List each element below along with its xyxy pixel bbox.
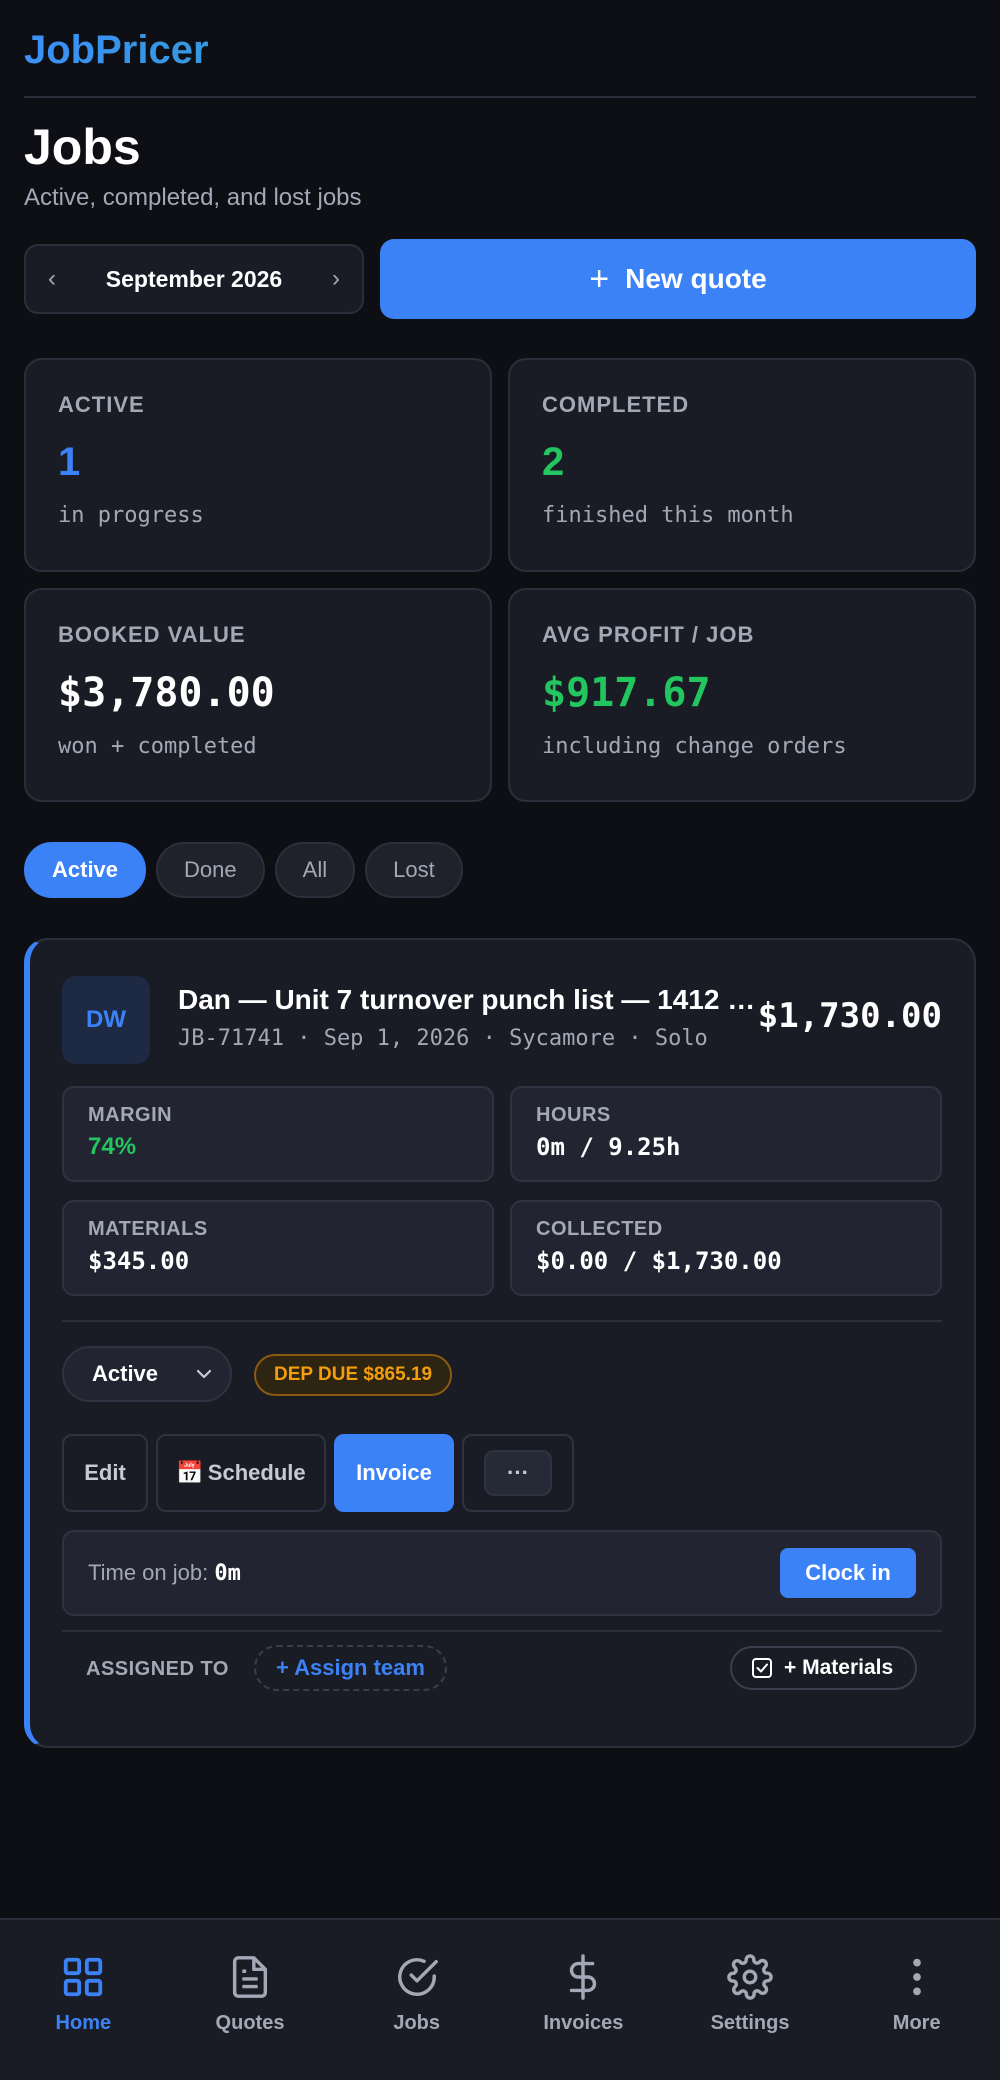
time-tracker: Time on job: 0m Clock in	[62, 1530, 942, 1616]
clock-in-button[interactable]: Clock in	[780, 1548, 916, 1598]
metric-value: $345.00	[88, 1247, 190, 1275]
time-on-job: Time on job: 0m	[88, 1560, 241, 1586]
plus-icon: +	[589, 260, 610, 298]
client-avatar: DW	[62, 976, 150, 1064]
check-circle-icon	[397, 1958, 438, 1996]
new-quote-button[interactable]: + New quote	[380, 239, 976, 319]
month-picker: ‹ September 2026 ›	[24, 244, 364, 314]
status-select[interactable]: Active	[62, 1346, 232, 1402]
nav-label: More	[892, 2012, 941, 2034]
nav-item-more[interactable]: More	[833, 1920, 1000, 2080]
stat-sub: including change orders	[542, 734, 847, 759]
assigned-to-label: ASSIGNED TO	[86, 1658, 229, 1680]
stat-card-completed: COMPLETED 2 finished this month	[508, 358, 976, 572]
nav-label: Settings	[710, 2012, 790, 2034]
metric-hours: HOURS 0m / 9.25h	[510, 1086, 942, 1182]
filter-chip-active[interactable]: Active	[24, 842, 147, 898]
status-value: Active	[92, 1361, 159, 1386]
month-label: September 2026	[105, 265, 283, 292]
metric-label: MATERIALS	[88, 1218, 208, 1240]
filter-chip-all[interactable]: All	[274, 842, 356, 898]
prev-month-button[interactable]: ‹	[48, 265, 56, 293]
stat-card-booked-value: BOOKED VALUE $3,780.00 won + completed	[24, 588, 492, 802]
metric-materials: MATERIALS $345.00	[62, 1200, 494, 1296]
calendar-icon: 📅	[176, 1460, 204, 1485]
edit-button[interactable]: Edit	[62, 1434, 148, 1512]
metric-collected: COLLECTED $0.00 / $1,730.00	[510, 1200, 942, 1296]
job-price: $1,730.00	[757, 996, 942, 1036]
divider	[62, 1630, 942, 1632]
stat-sub: finished this month	[542, 503, 794, 528]
divider	[62, 1320, 942, 1322]
deposit-due-badge: DEP DUE $865.19	[254, 1354, 453, 1396]
assign-team-button[interactable]: + Assign team	[254, 1645, 447, 1691]
job-card: DW Dan — Unit 7 turnover punch list — 14…	[24, 938, 976, 1748]
stat-value: 1	[58, 440, 81, 484]
nav-item-invoices[interactable]: Invoices	[500, 1920, 667, 2080]
new-quote-label: New quote	[625, 263, 767, 294]
metric-margin: MARGIN 74%	[62, 1086, 494, 1182]
nav-item-home[interactable]: Home	[0, 1920, 167, 2080]
top-bar: JobPricer	[24, 22, 976, 98]
time-on-job-value: 0m	[214, 1561, 241, 1586]
add-materials-label: + Materials	[784, 1656, 894, 1679]
gear-icon	[727, 1954, 773, 2000]
invoice-button[interactable]: Invoice	[334, 1434, 454, 1512]
dollar-icon	[570, 1954, 597, 2000]
metric-label: COLLECTED	[536, 1218, 663, 1240]
app-logo[interactable]: JobPricer	[24, 22, 976, 78]
stat-sub: in progress	[58, 503, 204, 528]
bottom-nav: Home Quotes Jobs Invoices Settings More	[0, 1918, 1000, 2080]
checkbox-icon	[752, 1658, 772, 1678]
stat-card-avg-profit: AVG PROFIT / JOB $917.67 including chang…	[508, 588, 976, 802]
document-icon	[232, 1956, 268, 1998]
stat-label: BOOKED VALUE	[58, 622, 246, 647]
page-title: Jobs	[24, 119, 141, 175]
job-title[interactable]: Dan — Unit 7 turnover punch list — 1412 …	[178, 984, 758, 1016]
stat-card-active: ACTIVE 1 in progress	[24, 358, 492, 572]
nav-item-quotes[interactable]: Quotes	[167, 1920, 334, 2080]
filter-chip-lost[interactable]: Lost	[365, 842, 463, 898]
stat-label: ACTIVE	[58, 392, 145, 417]
more-vertical-icon	[912, 1958, 921, 1996]
nav-label: Jobs	[393, 2012, 441, 2034]
time-on-job-label: Time on job:	[88, 1560, 215, 1585]
stat-value: $3,780.00	[58, 670, 275, 716]
schedule-label: Schedule	[207, 1460, 306, 1485]
more-horizontal-icon: ···	[484, 1450, 552, 1496]
stat-label: COMPLETED	[542, 392, 690, 417]
nav-label: Quotes	[215, 2012, 285, 2034]
filter-chip-done[interactable]: Done	[156, 842, 265, 898]
next-month-button[interactable]: ›	[332, 265, 340, 293]
stat-value: $917.67	[542, 670, 711, 716]
page-subtitle: Active, completed, and lost jobs	[24, 184, 362, 211]
stat-value: 2	[542, 440, 565, 484]
nav-item-settings[interactable]: Settings	[667, 1920, 834, 2080]
more-actions-button[interactable]: ···	[462, 1434, 574, 1512]
nav-label: Home	[55, 2012, 112, 2034]
nav-item-jobs[interactable]: Jobs	[333, 1920, 500, 2080]
nav-label: Invoices	[543, 2012, 624, 2034]
schedule-button[interactable]: 📅 Schedule	[156, 1434, 326, 1512]
chevron-down-icon	[196, 1369, 212, 1379]
filter-chips: Active Done All Lost	[24, 842, 463, 898]
stat-label: AVG PROFIT / JOB	[542, 622, 755, 647]
metric-value: $0.00 / $1,730.00	[536, 1247, 782, 1275]
metric-label: MARGIN	[88, 1104, 173, 1126]
metric-value: 0m / 9.25h	[536, 1133, 681, 1161]
metric-value: 74%	[88, 1133, 137, 1160]
job-meta: JB-71741 · Sep 1, 2026 · Sycamore · Solo	[178, 1026, 708, 1051]
stat-sub: won + completed	[58, 734, 257, 759]
metric-label: HOURS	[536, 1104, 611, 1126]
grid-icon	[64, 1957, 103, 1997]
add-materials-button[interactable]: + Materials	[730, 1646, 918, 1690]
